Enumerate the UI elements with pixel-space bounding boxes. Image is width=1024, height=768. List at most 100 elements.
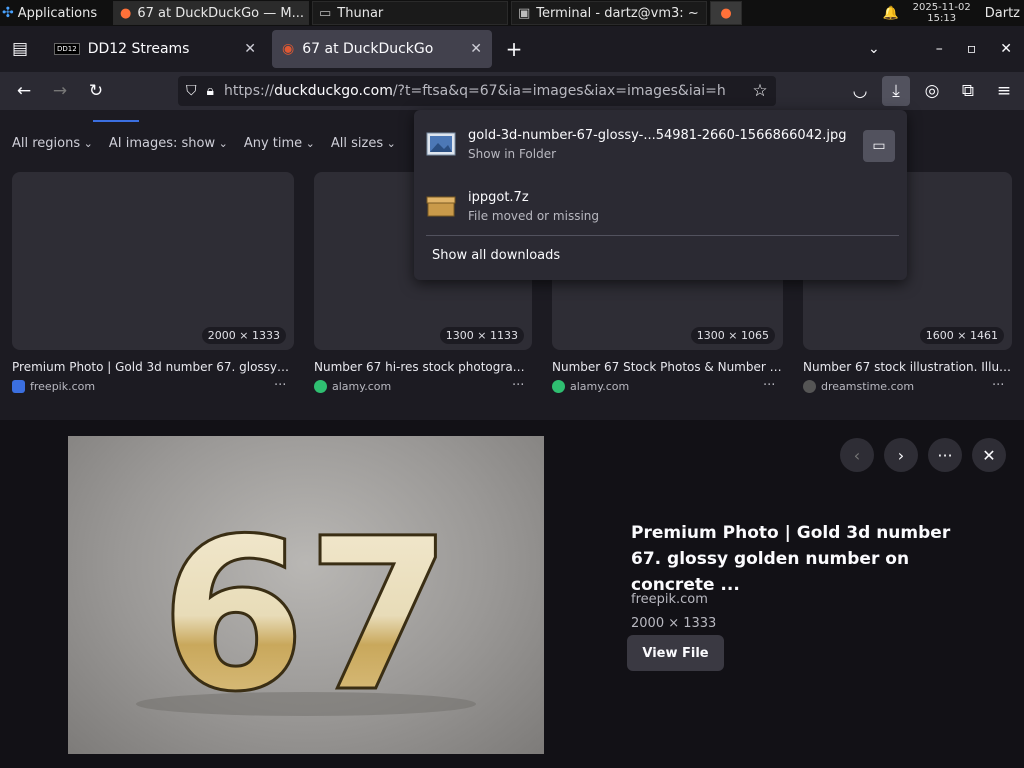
next-image-button[interactable]: › xyxy=(884,438,918,472)
list-all-tabs-icon[interactable]: ⌄ xyxy=(868,41,880,57)
tab-label: 67 at DuckDuckGo xyxy=(302,41,434,57)
clock-time: 15:13 xyxy=(927,13,957,24)
reload-icon[interactable]: ↻ xyxy=(78,76,114,106)
image-detail-panel: 67 ‹ › ··· ✕ Premium Photo | Gold 3d num… xyxy=(0,420,1024,768)
gold-67-image: 67 xyxy=(136,492,476,740)
filter-regions[interactable]: All regions xyxy=(12,136,93,151)
navigation-toolbar: ← → ↻ ⛉ 🔒︎ https://duckduckgo.com/?t=fts… xyxy=(0,72,1024,110)
account-icon[interactable]: ◎ xyxy=(918,76,946,106)
folder-icon: ▭ xyxy=(319,5,332,21)
downloads-icon[interactable]: ⤓ xyxy=(882,76,910,106)
tracking-protection-icon[interactable]: ⛉ xyxy=(186,83,197,99)
previous-image-button[interactable]: ‹ xyxy=(840,438,874,472)
download-status: Show in Folder xyxy=(468,146,557,161)
new-tab-icon[interactable]: + xyxy=(496,34,532,64)
more-options-icon[interactable]: ··· xyxy=(512,378,524,393)
image-preview[interactable]: 67 xyxy=(68,436,544,754)
minimize-icon[interactable]: – xyxy=(936,41,943,57)
result-source[interactable]: dreamstime.com xyxy=(803,380,914,393)
dd12-favicon-icon: DD12 xyxy=(54,43,80,55)
image-dimensions: 1300 × 1133 xyxy=(439,327,524,344)
result-source[interactable]: freepik.com xyxy=(12,380,95,393)
detail-source[interactable]: freepik.com xyxy=(631,592,708,607)
filter-sizes[interactable]: All sizes xyxy=(331,136,396,151)
folder-icon: ▭ xyxy=(872,138,886,154)
download-filename: ippgot.7z xyxy=(468,189,529,205)
more-options-icon[interactable]: ··· xyxy=(763,378,775,393)
download-filename: gold-3d-number-67-glossy-...54981-2660-1… xyxy=(468,127,847,143)
close-detail-button[interactable]: ✕ xyxy=(972,438,1006,472)
archive-file-icon xyxy=(426,196,456,217)
show-in-folder-button[interactable]: ▭ xyxy=(863,130,895,162)
tab-dd12-streams[interactable]: DD12 DD12 Streams ✕ xyxy=(44,30,266,68)
dreamstime-favicon-icon xyxy=(803,380,816,393)
applications-icon: ✣ xyxy=(2,5,14,21)
lock-icon[interactable]: 🔒︎ xyxy=(207,83,214,99)
menu-icon[interactable]: ≡ xyxy=(990,76,1018,106)
terminal-icon: ▣ xyxy=(518,5,531,21)
filter-bar: All regions AI images: show Any time All… xyxy=(12,136,396,151)
detail-dimensions: 2000 × 1333 xyxy=(631,616,717,631)
task-label: Terminal - dartz@vm3: ~ xyxy=(536,5,699,21)
freepik-favicon-icon xyxy=(12,380,25,393)
result-caption[interactable]: Premium Photo | Gold 3d number 67. gloss… xyxy=(12,360,290,374)
close-icon[interactable]: ✕ xyxy=(470,41,482,57)
image-dimensions: 2000 × 1333 xyxy=(201,327,286,344)
image-dimensions: 1300 × 1065 xyxy=(690,327,775,344)
more-options-icon[interactable]: ··· xyxy=(992,378,1004,393)
forward-icon[interactable]: → xyxy=(42,76,78,106)
image-file-icon xyxy=(426,132,456,156)
divider xyxy=(426,235,899,236)
result-caption[interactable]: Number 67 stock illustration. Illust... xyxy=(803,360,1012,374)
image-dimensions: 1600 × 1461 xyxy=(919,327,1004,344)
result-source[interactable]: alamy.com xyxy=(552,380,629,393)
task-thunar[interactable]: ▭ Thunar xyxy=(312,1,508,25)
download-status: File moved or missing xyxy=(468,208,600,223)
pocket-icon[interactable]: ◡ xyxy=(846,76,874,106)
clock[interactable]: 2025-11-02 15:13 xyxy=(913,2,971,24)
task-label: 67 at DuckDuckGo — M... xyxy=(137,5,304,21)
alamy-favicon-icon xyxy=(552,380,565,393)
result-source[interactable]: alamy.com xyxy=(314,380,391,393)
close-icon[interactable]: ✕ xyxy=(244,41,256,57)
task-firefox-launcher[interactable]: ● xyxy=(710,1,742,25)
close-window-icon[interactable]: ✕ xyxy=(1000,41,1012,57)
firefox-icon: ● xyxy=(120,5,132,21)
alamy-favicon-icon xyxy=(314,380,327,393)
back-icon[interactable]: ← xyxy=(6,76,42,106)
detail-title[interactable]: Premium Photo | Gold 3d number 67. gloss… xyxy=(631,520,971,598)
url-text: https://duckduckgo.com/?t=ftsa&q=67&ia=i… xyxy=(223,83,726,99)
duckduckgo-favicon-icon: ◉ xyxy=(282,41,295,57)
taskbar: ✣ Applications ● 67 at DuckDuckGo — M...… xyxy=(0,0,1024,26)
download-item[interactable]: ippgot.7z File moved or missing xyxy=(426,180,896,232)
clock-date: 2025-11-02 xyxy=(912,2,971,13)
notification-bell-icon[interactable]: 🔔 xyxy=(882,6,898,21)
maximize-icon[interactable]: ▫ xyxy=(967,41,977,57)
view-file-button[interactable]: View File xyxy=(627,635,724,671)
firefox-icon: ● xyxy=(720,5,732,21)
show-all-downloads-link[interactable]: Show all downloads xyxy=(432,248,560,263)
user-label[interactable]: Dartz xyxy=(985,6,1020,21)
applications-label: Applications xyxy=(17,5,98,21)
downloads-panel: gold-3d-number-67-glossy-...54981-2660-1… xyxy=(414,110,907,280)
task-firefox[interactable]: ● 67 at DuckDuckGo — M... xyxy=(113,1,309,25)
preview-number: 67 xyxy=(160,493,452,738)
url-bar[interactable]: ⛉ 🔒︎ https://duckduckgo.com/?t=ftsa&q=67… xyxy=(178,76,776,106)
download-item[interactable]: gold-3d-number-67-glossy-...54981-2660-1… xyxy=(426,118,896,170)
tab-bar: ▤ DD12 DD12 Streams ✕ ◉ 67 at DuckDuckGo… xyxy=(0,26,1024,72)
bookmark-star-icon[interactable]: ☆ xyxy=(742,76,778,106)
filter-ai-images[interactable]: AI images: show xyxy=(109,136,228,151)
tab-label: DD12 Streams xyxy=(87,41,190,57)
more-options-icon[interactable]: ··· xyxy=(274,378,286,393)
filter-time[interactable]: Any time xyxy=(244,136,315,151)
tab-manager-icon[interactable]: ▤ xyxy=(0,34,40,64)
tab-duckduckgo[interactable]: ◉ 67 at DuckDuckGo ✕ xyxy=(272,30,492,68)
result-caption[interactable]: Number 67 hi-res stock photograph... xyxy=(314,360,532,374)
result-thumbnail[interactable]: 2000 × 1333 xyxy=(12,172,294,350)
task-terminal[interactable]: ▣ Terminal - dartz@vm3: ~ xyxy=(511,1,707,25)
result-caption[interactable]: Number 67 Stock Photos & Number 6... xyxy=(552,360,783,374)
active-tab-indicator xyxy=(93,120,139,122)
more-actions-button[interactable]: ··· xyxy=(928,438,962,472)
applications-menu[interactable]: ✣ Applications xyxy=(0,5,110,21)
extensions-icon[interactable]: ⧉ xyxy=(954,76,982,106)
